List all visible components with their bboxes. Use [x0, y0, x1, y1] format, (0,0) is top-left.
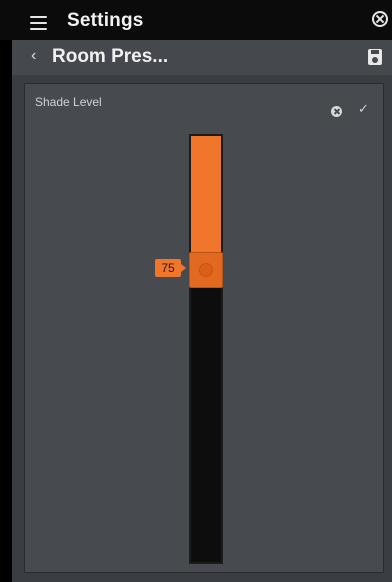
checkmark-icon[interactable]: ✓ [358, 101, 369, 117]
slider-value-label: 75 [155, 259, 186, 277]
shade-level-slider[interactable] [189, 134, 223, 564]
floppy-disk-icon[interactable] [368, 49, 382, 65]
cancel-circle-icon[interactable] [331, 106, 342, 117]
room-presets-header: ‹ Room Pres... [12, 40, 392, 75]
hamburger-menu-icon[interactable] [30, 16, 47, 30]
dialog-title: Shade Level [35, 95, 102, 109]
app-window: Settings ‹ Room Pres... Shade Level ✓ 75 [0, 0, 392, 582]
slider-thumb-grip [199, 263, 213, 277]
room-presets-title: Room Pres... [52, 46, 169, 67]
settings-title: Settings [67, 10, 144, 31]
close-circle-icon[interactable] [372, 11, 388, 27]
chevron-left-icon[interactable]: ‹ [31, 47, 36, 65]
shade-level-dialog: Shade Level ✓ 75 [25, 84, 383, 572]
slider-fill [191, 136, 221, 270]
slider-thumb[interactable] [189, 252, 223, 288]
settings-top-bar: Settings [0, 0, 392, 40]
